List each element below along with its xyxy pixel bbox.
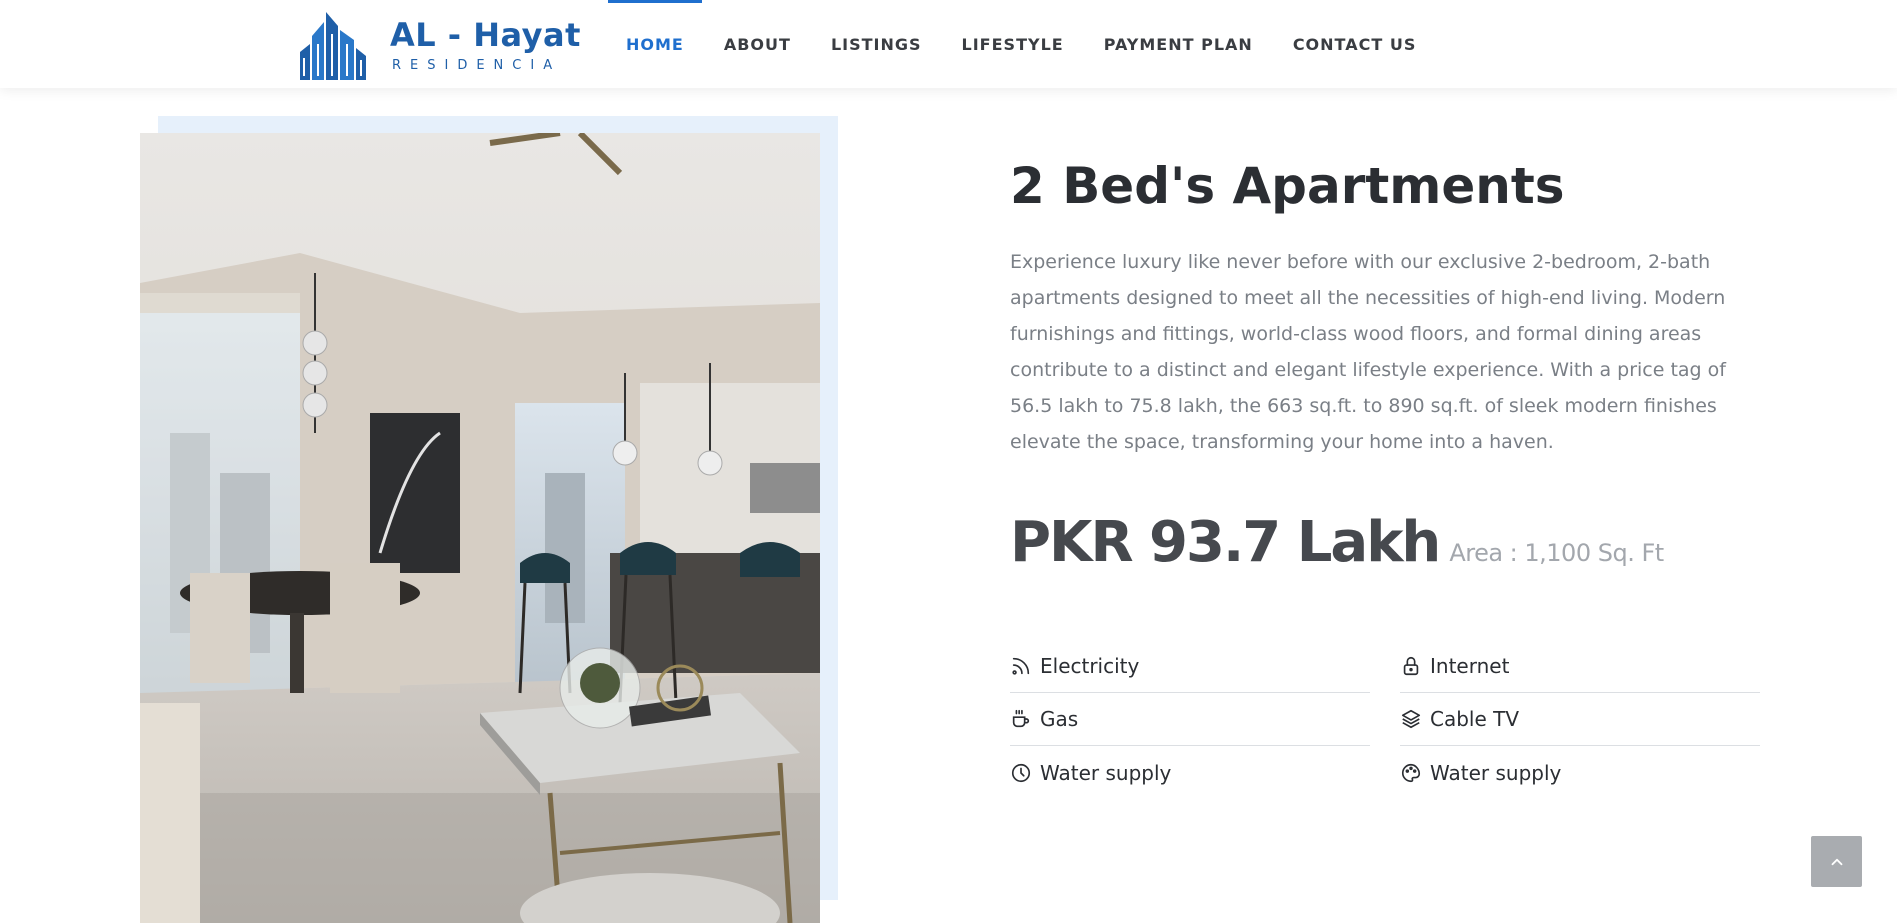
listing-area: Area : 1,100 Sq. Ft xyxy=(1449,539,1664,567)
amenity-item: Gas xyxy=(1010,693,1370,746)
nav-home[interactable]: HOME xyxy=(608,0,702,88)
apartment-photo xyxy=(140,133,820,923)
site-header: AL - Hayat RESIDENCIA HOME ABOUT LISTING… xyxy=(0,0,1897,88)
interior-photo xyxy=(140,133,820,923)
brand-logo[interactable]: AL - Hayat RESIDENCIA xyxy=(300,10,580,80)
rss-icon xyxy=(1010,655,1032,677)
palette-icon xyxy=(1400,762,1422,784)
lock-icon xyxy=(1400,655,1422,677)
listing-price: PKR 93.7 Lakh xyxy=(1010,510,1441,575)
amenity-item: Water supply xyxy=(1010,746,1370,799)
amenity-item: Water supply xyxy=(1400,746,1760,799)
amenity-label: Water supply xyxy=(1430,760,1562,785)
listing-title: 2 Bed's Apartments xyxy=(1010,157,1565,215)
amenities-list: Electricity Internet Gas Cable TV Water … xyxy=(1010,640,1760,799)
amenity-label: Water supply xyxy=(1040,760,1172,785)
main-nav: HOME ABOUT LISTINGS LIFESTYLE PAYMENT PL… xyxy=(608,0,1438,88)
layers-icon xyxy=(1400,708,1422,730)
amenity-label: Electricity xyxy=(1040,654,1140,678)
amenity-item: Cable TV xyxy=(1400,693,1760,746)
brand-title: AL - Hayat xyxy=(390,16,581,54)
nav-lifestyle[interactable]: LIFESTYLE xyxy=(944,0,1082,88)
amenity-item: Internet xyxy=(1400,640,1760,693)
amenity-label: Cable TV xyxy=(1430,707,1520,731)
cup-icon xyxy=(1010,708,1032,730)
amenity-label: Internet xyxy=(1430,654,1510,678)
nav-listings[interactable]: LISTINGS xyxy=(813,0,940,88)
nav-contact-us[interactable]: CONTACT US xyxy=(1275,0,1435,88)
nav-payment-plan[interactable]: PAYMENT PLAN xyxy=(1086,0,1271,88)
listing-description: Experience luxury like never before with… xyxy=(1010,251,1726,453)
clock-icon xyxy=(1010,762,1032,784)
nav-about[interactable]: ABOUT xyxy=(706,0,809,88)
back-to-top-button[interactable] xyxy=(1811,836,1862,887)
chevron-up-icon xyxy=(1831,858,1842,865)
building-logo-icon xyxy=(300,12,366,80)
amenity-label: Gas xyxy=(1040,707,1079,731)
amenity-item: Electricity xyxy=(1010,640,1370,693)
brand-subtitle: RESIDENCIA xyxy=(392,58,562,73)
price-row: PKR 93.7 Lakh Area : 1,100 Sq. Ft xyxy=(1010,510,1664,575)
listing-details: 2 Bed's Apartments Experience luxury lik… xyxy=(1010,150,1770,785)
